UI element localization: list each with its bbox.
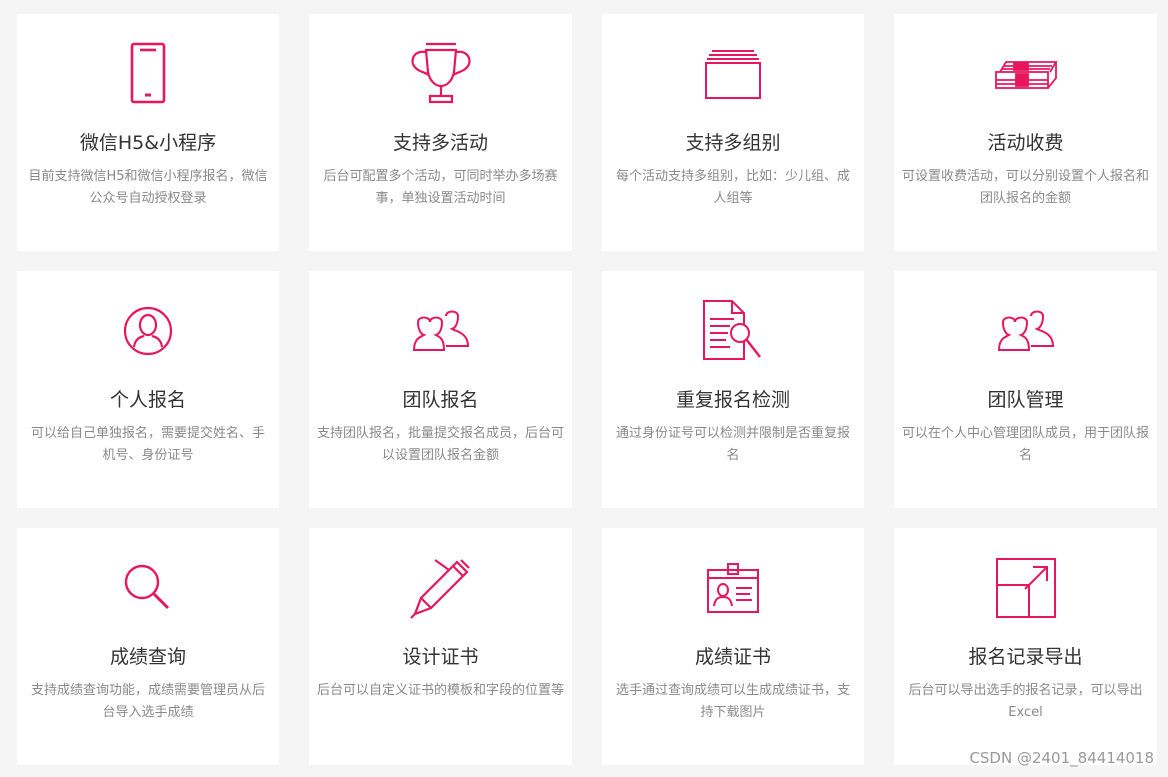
card-description: 支持团队报名，批量提交报名成员，后台可以设置团队报名金额 — [317, 426, 565, 463]
card-title: 重复报名检测 — [675, 389, 790, 411]
watermark: CSDN @2401_84414018 — [969, 749, 1154, 767]
card-title: 成绩查询 — [109, 646, 186, 668]
card-description: 可以在个人中心管理团队成员，用于团队报名 — [902, 426, 1150, 463]
feature-card[interactable]: 成绩查询 支持成绩查询功能，成绩需要管理员从后台导入选手成绩 — [17, 528, 279, 765]
card-description: 后台可配置多个活动，可同时举办多场赛事，单独设置活动时间 — [323, 169, 558, 206]
card-title: 团队管理 — [987, 389, 1064, 411]
card-title: 设计证书 — [402, 646, 479, 668]
users-icon — [406, 299, 476, 363]
card-title: 团队报名 — [402, 389, 479, 411]
card-description: 选手通过查询成绩可以生成成绩证书，支持下载图片 — [615, 683, 850, 720]
export-icon — [991, 556, 1061, 620]
feature-card[interactable]: 设计证书 后台可以自定义证书的模板和字段的位置等 — [309, 528, 572, 765]
card-title: 支持多组别 — [685, 132, 781, 154]
card-title: 活动收费 — [987, 132, 1064, 154]
folder-stack-icon — [698, 42, 768, 106]
feature-grid: 微信H5&小程序 目前支持微信H5和微信小程序报名，微信公众号自动授权登录 支持… — [17, 14, 1157, 765]
trophy-icon — [406, 42, 476, 106]
card-description: 可以给自己单独报名，需要提交姓名、手机号、身份证号 — [30, 426, 265, 463]
card-description: 支持成绩查询功能，成绩需要管理员从后台导入选手成绩 — [30, 683, 265, 720]
user-circle-icon — [113, 299, 183, 363]
feature-card[interactable]: 支持多组别 每个活动支持多组别，比如：少儿组、成人组等 — [602, 14, 864, 251]
card-description: 目前支持微信H5和微信小程序报名，微信公众号自动授权登录 — [28, 169, 268, 206]
card-description: 通过身份证号可以检测并限制是否重复报名 — [615, 426, 850, 463]
feature-card[interactable]: 个人报名 可以给自己单独报名，需要提交姓名、手机号、身份证号 — [17, 271, 279, 508]
card-description: 每个活动支持多组别，比如：少儿组、成人组等 — [615, 169, 850, 206]
users-icon — [991, 299, 1061, 363]
feature-card[interactable]: 团队报名 支持团队报名，批量提交报名成员，后台可以设置团队报名金额 — [309, 271, 572, 508]
feature-card[interactable]: 活动收费 可设置收费活动，可以分别设置个人报名和团队报名的金额 — [894, 14, 1157, 251]
card-title: 成绩证书 — [694, 646, 771, 668]
phone-icon — [113, 42, 183, 106]
card-description: 后台可以导出选手的报名记录，可以导出Excel — [908, 683, 1143, 720]
money-stack-icon — [991, 42, 1061, 106]
card-title: 支持多活动 — [392, 132, 488, 154]
feature-card[interactable]: 团队管理 可以在个人中心管理团队成员，用于团队报名 — [894, 271, 1157, 508]
card-title: 个人报名 — [109, 389, 186, 411]
card-title: 报名记录导出 — [968, 646, 1083, 668]
feature-card[interactable]: 成绩证书 选手通过查询成绩可以生成成绩证书，支持下载图片 — [602, 528, 864, 765]
feature-card[interactable]: 支持多活动 后台可配置多个活动，可同时举办多场赛事，单独设置活动时间 — [309, 14, 572, 251]
card-description: 后台可以自定义证书的模板和字段的位置等 — [317, 683, 565, 698]
card-description: 可设置收费活动，可以分别设置个人报名和团队报名的金额 — [902, 169, 1150, 206]
document-search-icon — [698, 299, 768, 363]
feature-card[interactable]: 重复报名检测 通过身份证号可以检测并限制是否重复报名 — [602, 271, 864, 508]
feature-card[interactable]: 微信H5&小程序 目前支持微信H5和微信小程序报名，微信公众号自动授权登录 — [17, 14, 279, 251]
search-icon — [113, 556, 183, 620]
pen-icon — [406, 556, 476, 620]
card-title: 微信H5&小程序 — [79, 132, 217, 154]
feature-card[interactable]: 报名记录导出 后台可以导出选手的报名记录，可以导出Excel — [894, 528, 1157, 765]
id-card-icon — [698, 556, 768, 620]
